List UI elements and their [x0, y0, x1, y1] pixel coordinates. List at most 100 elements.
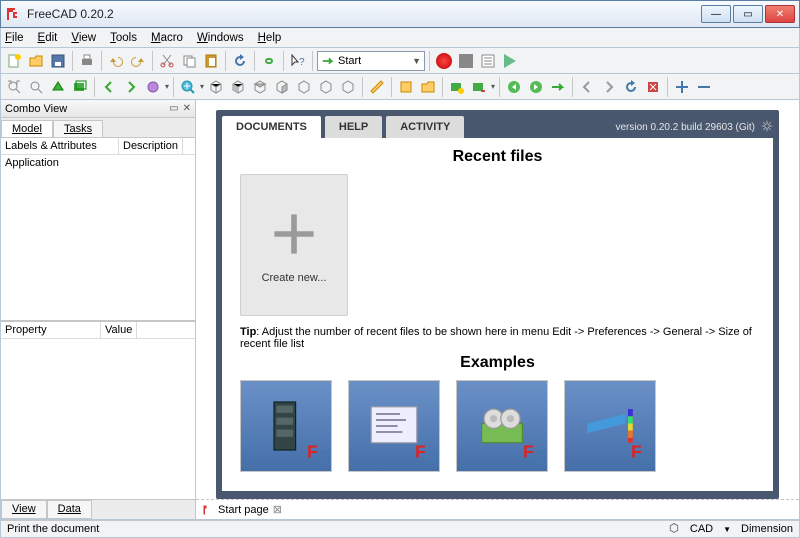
undo-icon[interactable] [106, 51, 126, 71]
front-icon[interactable] [228, 77, 248, 97]
menu-help[interactable]: Help [258, 32, 282, 44]
top-icon[interactable] [250, 77, 270, 97]
bounding-box-icon[interactable] [70, 77, 90, 97]
combo-title: Combo View ▭ ✕ [1, 100, 195, 118]
menu-macro[interactable]: Macro [151, 32, 183, 44]
reload-icon[interactable] [621, 77, 641, 97]
cut-icon[interactable] [157, 51, 177, 71]
macro-play-icon[interactable] [500, 51, 520, 71]
tree-col-labels[interactable]: Labels & Attributes [1, 138, 119, 154]
link-select-icon[interactable] [143, 77, 163, 97]
web-back-icon[interactable] [504, 77, 524, 97]
prop-col-property[interactable]: Property [1, 322, 101, 338]
macro-record-icon[interactable] [434, 51, 454, 71]
macro-list-icon[interactable] [478, 51, 498, 71]
close-button[interactable]: ✕ [765, 5, 795, 23]
save-icon[interactable] [48, 51, 68, 71]
paste-icon[interactable] [201, 51, 221, 71]
tree-body[interactable]: Application [1, 155, 195, 321]
mdi-tab-startpage[interactable]: Start page ⊠ [196, 499, 799, 519]
draw-style-icon[interactable] [48, 77, 68, 97]
toolbar-row-2: ▾ ▾ ▾ [0, 74, 800, 100]
macro-stop-icon[interactable] [456, 51, 476, 71]
part-icon[interactable] [396, 77, 416, 97]
link-actions-icon[interactable] [469, 77, 489, 97]
new-icon[interactable] [4, 51, 24, 71]
tree-root-item[interactable]: Application [5, 157, 59, 169]
nav-style-icon[interactable] [668, 522, 680, 537]
maximize-button[interactable]: ▭ [733, 5, 763, 23]
menu-view[interactable]: View [71, 32, 96, 44]
menubar: File Edit View Tools Macro Windows Help [0, 28, 800, 48]
example-card[interactable]: F [240, 380, 332, 472]
example-card[interactable]: F [348, 380, 440, 472]
create-new-card[interactable]: Create new... [240, 174, 348, 316]
combo-view: Combo View ▭ ✕ Model Tasks Labels & Attri… [1, 100, 196, 519]
nav-prev-icon[interactable] [577, 77, 597, 97]
measure-icon[interactable] [367, 77, 387, 97]
isometric-icon[interactable] [206, 77, 226, 97]
open-icon[interactable] [26, 51, 46, 71]
window-title: FreeCAD 0.20.2 [27, 7, 699, 21]
menu-windows[interactable]: Windows [197, 32, 244, 44]
example-card[interactable]: F [456, 380, 548, 472]
fit-all-icon[interactable] [4, 77, 24, 97]
mdi-tab-label: Start page [218, 504, 269, 516]
combo-float-icon[interactable]: ▭ [169, 103, 178, 114]
link-make-icon[interactable] [447, 77, 467, 97]
start-tab-documents[interactable]: DOCUMENTS [222, 116, 321, 138]
example-card[interactable]: F [564, 380, 656, 472]
web-forward-icon[interactable] [526, 77, 546, 97]
nav-style-label[interactable]: CAD [690, 523, 713, 535]
nav-back-icon[interactable] [99, 77, 119, 97]
start-tab-activity[interactable]: ACTIVITY [386, 116, 464, 138]
toolbar-row-1: ? Start ▼ [0, 48, 800, 74]
statusbar: Print the document CAD ▼ Dimension [0, 520, 800, 538]
prop-col-value[interactable]: Value [101, 322, 137, 338]
web-refresh-icon[interactable] [548, 77, 568, 97]
bottom-icon[interactable] [316, 77, 336, 97]
redo-icon[interactable] [128, 51, 148, 71]
app-icon [5, 6, 21, 22]
whatsthis-icon[interactable]: ? [288, 51, 308, 71]
zoom-in-icon[interactable] [178, 77, 198, 97]
fit-selection-icon[interactable] [26, 77, 46, 97]
right-icon[interactable] [272, 77, 292, 97]
mdi-tab-close-icon[interactable]: ⊠ [273, 503, 282, 516]
rear-icon[interactable] [294, 77, 314, 97]
combo-bottom-view[interactable]: View [1, 500, 47, 519]
zoom-plus-icon[interactable] [672, 77, 692, 97]
menu-file[interactable]: File [5, 32, 24, 44]
tree-col-desc[interactable]: Description [119, 138, 183, 154]
workbench-label: Start [338, 55, 361, 67]
version-label: version 0.20.2 build 29603 (Git) [615, 122, 755, 133]
combo-tab-tasks[interactable]: Tasks [53, 120, 103, 137]
combo-close-icon[interactable]: ✕ [183, 103, 191, 114]
refresh-icon[interactable] [230, 51, 250, 71]
group-icon[interactable] [418, 77, 438, 97]
svg-text:?: ? [299, 57, 305, 68]
menu-edit[interactable]: Edit [38, 32, 58, 44]
property-header: Property Value [1, 321, 195, 339]
stop-load-icon[interactable] [643, 77, 663, 97]
tree-header: Labels & Attributes Description [1, 138, 195, 155]
dimension-label[interactable]: Dimension [741, 523, 793, 535]
left-icon[interactable] [338, 77, 358, 97]
start-tab-help[interactable]: HELP [325, 116, 382, 138]
menu-tools[interactable]: Tools [110, 32, 137, 44]
combo-title-label: Combo View [5, 103, 67, 115]
freecad-doc-icon [202, 504, 214, 516]
print-icon[interactable] [77, 51, 97, 71]
nav-next-icon[interactable] [599, 77, 619, 97]
settings-icon[interactable] [761, 120, 773, 135]
zoom-minus-icon[interactable] [694, 77, 714, 97]
combo-bottom-data[interactable]: Data [47, 500, 92, 519]
workbench-selector[interactable]: Start ▼ [317, 51, 425, 71]
minimize-button[interactable]: — [701, 5, 731, 23]
status-message: Print the document [7, 523, 99, 535]
link-icon[interactable] [259, 51, 279, 71]
copy-icon[interactable] [179, 51, 199, 71]
combo-tab-model[interactable]: Model [1, 120, 53, 137]
recent-files-heading: Recent files [240, 148, 755, 166]
nav-forward-icon[interactable] [121, 77, 141, 97]
